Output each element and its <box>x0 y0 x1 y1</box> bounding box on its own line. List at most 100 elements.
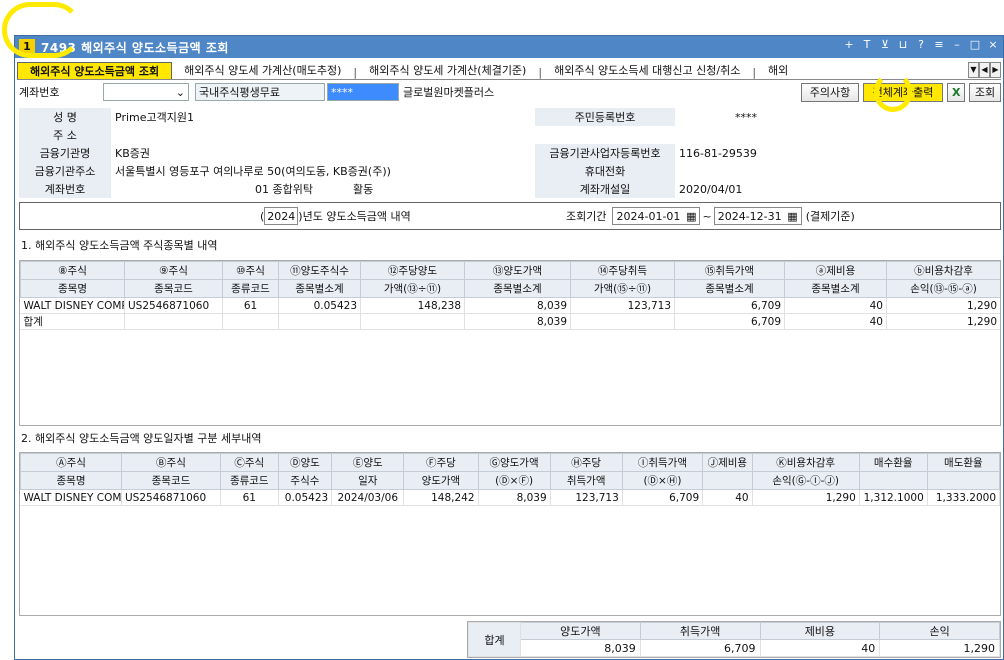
address-value <box>111 126 1001 144</box>
column-header[interactable]: 손익(⑬-⑮-ⓐ) <box>886 279 1000 298</box>
table-cell: 8,039 <box>478 489 551 506</box>
add-icon[interactable]: + <box>843 38 855 51</box>
column-header[interactable]: Ⓒ주식 <box>219 453 279 472</box>
column-header[interactable]: Ⓚ비용차감후 <box>751 453 860 472</box>
column-header[interactable]: 종목별소계 <box>674 279 785 298</box>
column-header[interactable]: Ⓘ취득가액 <box>621 453 704 472</box>
account-info-table: 성 명 Prime고객지원1 주민등록번호 **** 주 소 금융기관명 KB증… <box>19 108 1001 198</box>
tab-tax-estimate-fill[interactable]: 해외주식 양도세 가계산(체결기준) <box>357 62 538 79</box>
business-no-value: 116-81-29539 <box>679 146 757 160</box>
text-icon[interactable]: T <box>861 38 873 51</box>
column-header[interactable]: 종목명 <box>20 279 125 298</box>
column-header[interactable]: 종목별소계 <box>278 279 361 298</box>
calendar-icon[interactable]: ▦ <box>686 210 696 223</box>
column-header[interactable] <box>858 471 928 490</box>
column-header[interactable]: 일자 <box>331 471 405 490</box>
excel-icon[interactable]: X <box>947 83 965 102</box>
table-row[interactable]: WALT DISNEY COMPA US2546871060 61 0.05423 14… <box>20 297 1000 314</box>
to-date-input[interactable]: 2024-12-31 ▦ <box>713 207 802 225</box>
column-header[interactable]: Ⓔ양도 <box>331 453 405 472</box>
institution-address-label: 금융기관주소 <box>19 162 111 180</box>
title-icons: + T ⊻ ⊔ ? ≡ – □ × <box>843 38 999 51</box>
column-header[interactable]: Ⓐ주식 <box>20 453 122 472</box>
column-header[interactable]: 가액(⑮÷⑪) <box>570 279 675 298</box>
account-select[interactable]: ⌄ <box>103 83 189 101</box>
account-no-label: 계좌번호 <box>19 180 111 198</box>
from-date-input[interactable]: 2024-01-01 ▦ <box>612 207 701 225</box>
column-header[interactable]: 가액(⑬÷⑪) <box>360 279 465 298</box>
table-cell: 61 <box>222 297 279 314</box>
mobile-value <box>675 162 1001 180</box>
column-header[interactable]: ⑫주당양도 <box>360 261 465 280</box>
tab-overflow[interactable]: 해외 <box>756 62 800 79</box>
column-header[interactable]: ⓑ비용차감후 <box>886 261 1000 280</box>
column-header[interactable]: ⑮취득가액 <box>674 261 785 280</box>
table-cell: 1,312.1000 <box>859 489 928 506</box>
column-header[interactable]: 종목명 <box>20 471 122 490</box>
column-header[interactable]: ⑧주식 <box>20 261 125 280</box>
table-row[interactable]: WALT DISNEY COM US2546871060 61 0.05423 2024… <box>20 489 1000 506</box>
password-field[interactable]: **** <box>327 83 399 101</box>
column-header[interactable]: Ⓕ주당 <box>403 453 479 472</box>
maximize-icon[interactable]: □ <box>969 38 981 51</box>
column-header[interactable]: 매수환율 <box>858 453 928 472</box>
column-header[interactable]: 종류코드 <box>222 279 279 298</box>
column-header[interactable]: ⑪양도주식수 <box>278 261 361 280</box>
calendar-icon[interactable]: ▦ <box>787 210 797 223</box>
table-cell: 6,709 <box>674 297 785 314</box>
column-header[interactable]: 매도환율 <box>926 453 1000 472</box>
tab-gain-inquiry[interactable]: 해외주식 양도소득금액 조회 <box>17 62 173 79</box>
column-header[interactable]: 주식수 <box>277 471 333 490</box>
notice-button[interactable]: 주의사항 <box>801 83 859 102</box>
column-header[interactable]: Ⓗ주당 <box>549 453 623 472</box>
total-cost-value: 6,709 <box>639 639 761 657</box>
column-header[interactable]: (Ⓓ×Ⓕ) <box>477 471 551 490</box>
column-header[interactable]: 종류코드 <box>219 471 279 490</box>
column-header[interactable]: ⓐ제비용 <box>784 261 887 280</box>
column-header[interactable]: ⑩주식 <box>222 261 279 280</box>
account-no-value: 01 종합위탁 활동 <box>111 180 535 198</box>
title-bar: 1 7493 해외주식 양도소득금액 조회 + T ⊻ ⊔ ? ≡ – □ × <box>15 36 1003 58</box>
column-header[interactable]: 종목코드 <box>120 471 221 490</box>
check-icon[interactable]: ⊻ <box>879 38 891 51</box>
column-header[interactable]: ⑬양도가액 <box>464 261 571 280</box>
table-cell: 1,290 <box>886 297 1000 314</box>
account-row: 계좌번호 ⌄ 국내주식평생무료 **** 글로벌원마켓플러스 <box>19 83 494 101</box>
column-header[interactable]: 종목별소계 <box>464 279 571 298</box>
column-header[interactable]: Ⓖ양도가액 <box>477 453 551 472</box>
menu-icon[interactable]: ≡ <box>933 38 945 51</box>
column-header[interactable]: 손익(Ⓖ-Ⓘ-Ⓙ) <box>751 471 860 490</box>
institution-address-value: 서울특별시 영등포구 여의나루로 50(여의도동, KB증권(주)) <box>115 165 391 178</box>
column-header[interactable]: (Ⓓ×Ⓗ) <box>621 471 704 490</box>
tab-tax-filing-request[interactable]: 해외주식 양도소득세 대행신고 신청/취소 <box>542 62 752 79</box>
account-type: 01 종합위탁 <box>255 183 313 196</box>
help-icon[interactable]: ? <box>915 38 927 51</box>
column-header[interactable] <box>926 471 1000 490</box>
search-button[interactable]: 조회 <box>969 83 1001 102</box>
column-header[interactable]: ⑭주당취득 <box>570 261 675 280</box>
column-header[interactable]: Ⓓ양도 <box>277 453 333 472</box>
link-icon[interactable]: ⊔ <box>897 38 909 51</box>
tab-next-icon[interactable]: ▶ <box>990 62 1001 78</box>
close-icon[interactable]: × <box>987 38 999 51</box>
column-header[interactable]: 양도가액 <box>403 471 479 490</box>
column-header[interactable]: Ⓙ제비용 <box>702 453 753 472</box>
tab-tax-estimate-sell[interactable]: 해외주식 양도세 가계산(매도추정) <box>172 62 353 79</box>
business-no-label: 금융기관사업자등록번호 <box>535 144 675 162</box>
service-label: 국내주식평생무료 <box>199 86 280 99</box>
table-cell <box>570 313 675 330</box>
minimize-icon[interactable]: – <box>951 38 963 51</box>
column-header[interactable]: Ⓑ주식 <box>120 453 221 472</box>
year-input[interactable]: 2024 <box>264 207 299 225</box>
rrn-label: 주민등록번호 <box>535 108 675 126</box>
column-header[interactable]: 취득가액 <box>549 471 623 490</box>
column-header[interactable] <box>702 471 753 490</box>
table-cell: 합계 <box>20 313 125 330</box>
column-header[interactable]: ⑨주식 <box>124 261 223 280</box>
column-header[interactable]: 종목코드 <box>124 279 223 298</box>
table-row[interactable]: 합계 8,039 6,709 40 1,290 <box>20 313 1000 330</box>
table-cell: 1,290 <box>752 489 860 506</box>
tab-list-icon[interactable]: ▼ <box>968 62 979 78</box>
column-header[interactable]: 종목별소계 <box>784 279 887 298</box>
tab-prev-icon[interactable]: ◀ <box>979 62 990 78</box>
